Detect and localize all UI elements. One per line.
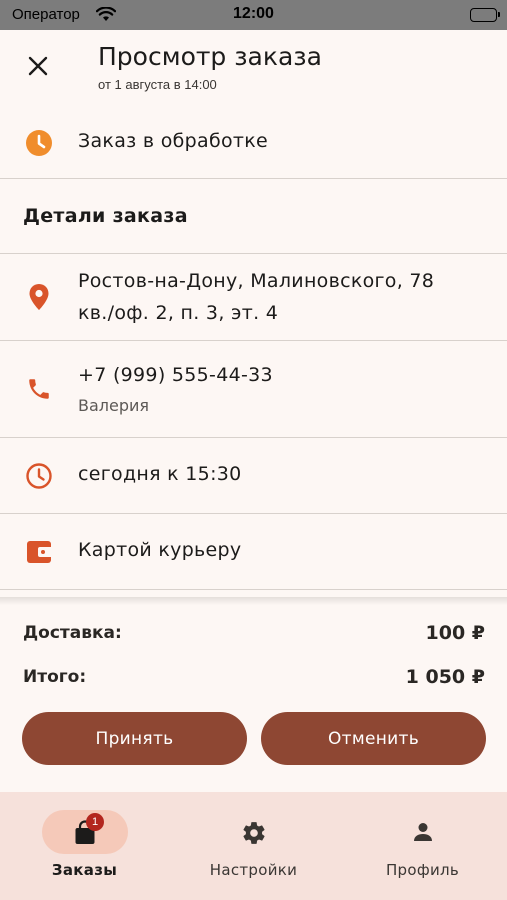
bottom-navigation: 1 Заказы Настройки Профиль xyxy=(0,792,507,900)
tab-settings-label: Настройки xyxy=(209,861,298,879)
close-button[interactable] xyxy=(20,50,56,86)
address-row[interactable]: Ростов-на-Дону, Малиновского, 78 кв./оф.… xyxy=(0,254,507,341)
section-title: Детали заказа xyxy=(23,205,188,227)
wallet-icon xyxy=(24,537,54,567)
gear-icon xyxy=(169,820,338,846)
payment-method: Картой курьеру xyxy=(78,539,242,561)
phone-number: +7 (999) 555-44-33 xyxy=(78,364,273,386)
status-bar: Оператор 12:00 xyxy=(0,0,507,30)
location-pin-icon xyxy=(24,282,54,312)
delivery-cost-line: Доставка: 100 ₽ xyxy=(23,622,486,644)
tab-orders[interactable]: 1 Заказы xyxy=(0,792,169,900)
total-line: Итого: 1 050 ₽ xyxy=(23,666,485,688)
order-status-label: Заказ в обработке xyxy=(78,130,269,152)
tab-profile[interactable]: Профиль xyxy=(338,792,507,900)
clock-filled-icon xyxy=(24,128,54,158)
cancel-button[interactable]: Отменить xyxy=(261,712,486,765)
page-title: Просмотр заказа xyxy=(98,42,322,71)
orders-badge: 1 xyxy=(86,813,104,831)
tab-orders-label: Заказы xyxy=(51,861,118,879)
divider xyxy=(0,597,507,605)
top-app-bar: Просмотр заказа от 1 августа в 14:00 xyxy=(0,30,507,107)
page-subtitle: от 1 августа в 14:00 xyxy=(98,77,217,92)
battery-icon xyxy=(470,8,500,22)
delivery-label: Доставка: xyxy=(23,623,122,643)
details-section-header: Детали заказа xyxy=(0,179,507,254)
total-value: 1 050 ₽ xyxy=(405,666,485,688)
phone-row[interactable]: +7 (999) 555-44-33 Валерия xyxy=(0,341,507,438)
accept-button[interactable]: Принять xyxy=(22,712,247,765)
shopping-bag-icon xyxy=(0,820,169,846)
tab-settings[interactable]: Настройки xyxy=(169,792,338,900)
delivery-time-row[interactable]: сегодня к 15:30 xyxy=(0,438,507,514)
payment-row[interactable]: Картой курьеру xyxy=(0,514,507,590)
delivery-value: 100 ₽ xyxy=(425,622,486,644)
close-icon xyxy=(28,56,48,80)
address-line1: Ростов-на-Дону, Малиновского, 78 xyxy=(78,270,435,292)
person-icon xyxy=(338,820,507,844)
clock-outline-icon xyxy=(24,461,54,491)
customer-name: Валерия xyxy=(78,396,150,415)
total-label: Итого: xyxy=(23,667,87,687)
delivery-time: сегодня к 15:30 xyxy=(78,463,242,485)
phone-icon xyxy=(24,374,54,404)
tab-profile-label: Профиль xyxy=(385,861,460,879)
address-line2: кв./оф. 2, п. 3, эт. 4 xyxy=(78,302,279,324)
status-time: 12:00 xyxy=(233,5,274,22)
order-status-row: Заказ в обработке xyxy=(0,107,507,179)
